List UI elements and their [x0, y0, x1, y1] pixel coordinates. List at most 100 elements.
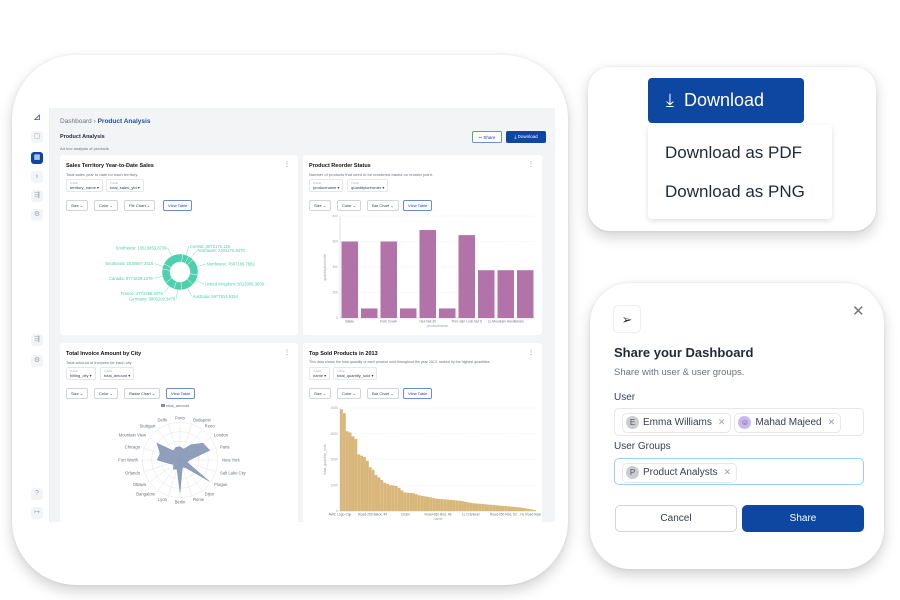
breadcrumb-root[interactable]: Dashboard — [60, 118, 92, 125]
remove-icon[interactable]: ✕ — [723, 467, 731, 478]
bar-chart: 01000200030004000AWC Logo Cap Road-250 Bl… — [323, 406, 542, 521]
download-pdf-item[interactable]: Download as PDF — [665, 143, 802, 163]
bar — [512, 506, 516, 511]
card-title: Sales Territory Year-to-Date Sales — [66, 163, 154, 169]
more-icon[interactable]: ⋮ — [528, 349, 534, 356]
y-axis-title: total_quantity_sold — [323, 445, 327, 475]
size-dropdown[interactable]: Size ⌄ — [309, 200, 332, 211]
label-line — [185, 246, 190, 256]
data-label: Southeast: 2538667.2515 — [105, 261, 154, 266]
flow-icon[interactable]: ⇶ — [31, 190, 43, 202]
bar — [389, 485, 392, 511]
data-label: Southwest: 10510853.8739 — [116, 246, 168, 251]
bar — [484, 504, 487, 511]
category-label: Porto — [175, 415, 186, 420]
y-axis-select[interactable]: Y Axis quantitytoreorder ▾ — [347, 179, 389, 192]
more-icon[interactable]: ⋮ — [284, 161, 290, 168]
label-line — [153, 276, 163, 279]
remove-icon[interactable]: ✕ — [718, 417, 726, 428]
bar — [446, 499, 450, 511]
more-icon[interactable]: ⋮ — [528, 161, 534, 168]
bar — [521, 507, 525, 511]
share-button[interactable]: ⌲ Share — [472, 131, 502, 143]
send-icon: ➢ — [613, 305, 641, 333]
card-title: Top Sold Products in 2013 — [309, 351, 378, 357]
card-sales-territory: Sales Territory Year-to-Date Sales ⋮ Tot… — [60, 155, 298, 335]
x-tick-label: Road-650 Red, 48 — [425, 513, 452, 517]
bar — [533, 509, 536, 511]
bar — [429, 497, 433, 511]
user-chip: ☺ Mahad Majeed ✕ — [734, 412, 842, 433]
download-png-item[interactable]: Download as PNG — [665, 182, 805, 202]
download-button[interactable]: ⤓ Download — [506, 131, 546, 143]
x-axis-title: productname — [427, 324, 448, 328]
settings-icon[interactable]: ⚙ — [31, 209, 43, 221]
legend-label: total_amount — [166, 403, 190, 408]
bar — [368, 467, 372, 511]
remove-icon[interactable]: ✕ — [828, 417, 836, 428]
chat-icon[interactable]: ▢ — [31, 131, 43, 143]
category-label: London — [214, 433, 229, 438]
close-icon[interactable]: ✕ — [852, 302, 865, 320]
card-description: Total amount of invoices for each city — [66, 360, 132, 365]
x-axis-select[interactable]: X Axis billing_city ▾ — [66, 367, 96, 380]
bar — [361, 308, 378, 318]
chart-type-dropdown[interactable]: Bar Chart ⌄ — [367, 200, 399, 211]
user-name: Emma Williams — [643, 417, 712, 428]
bar-chart: 0 200 400 600 800 Blade Fork Crown Hex Nut 20 Th… — [323, 215, 535, 328]
breadcrumb-current: Product Analysis — [97, 118, 151, 125]
user-groups-input[interactable]: P Product Analysts ✕ — [614, 458, 864, 485]
category-label: Fort Worth — [118, 457, 138, 462]
bar — [515, 507, 519, 511]
bar — [452, 500, 456, 511]
bar — [412, 493, 415, 511]
settings-icon[interactable]: ⚙ — [31, 355, 43, 367]
bar — [517, 270, 534, 318]
bar — [432, 498, 436, 511]
dashboard-icon[interactable]: ▦ — [31, 152, 43, 164]
bar — [527, 508, 531, 511]
user-icon[interactable]: ♁ — [31, 171, 43, 183]
view-table-button[interactable]: View Table — [403, 200, 433, 211]
sidebar: ◿ ▢ ▦ ♁ ⇶ ⚙ ⇶ ⚙ ? ↦ — [25, 108, 50, 522]
category-label: Dijon — [205, 491, 215, 496]
color-dropdown[interactable]: Color ⌄ — [94, 388, 119, 399]
chart-type-dropdown[interactable]: Bar Chart ⌄ — [367, 388, 399, 399]
chart-type-dropdown[interactable]: Pie Chart ⌄ — [124, 200, 156, 211]
x-axis-select[interactable]: X Axis territory_name ▾ — [66, 179, 103, 192]
color-dropdown[interactable]: Color ⌄ — [337, 200, 362, 211]
user-input[interactable]: E Emma Williams ✕ ☺ Mahad Majeed ✕ — [614, 408, 864, 436]
x-axis-select[interactable]: X Axis name ▾ — [309, 367, 331, 380]
view-table-button[interactable]: View Table — [166, 388, 196, 399]
y-axis-select[interactable]: Y Axis total_amount ▾ — [100, 367, 135, 380]
chart-type-dropdown[interactable]: Radar Chart ⌄ — [124, 388, 161, 399]
logout-icon[interactable]: ↦ — [31, 507, 43, 519]
y-axis-select[interactable]: Y Axis total_quantity_sold ▾ — [333, 367, 378, 380]
bar — [342, 413, 346, 511]
flow-icon[interactable]: ⇶ — [31, 334, 43, 346]
category-label: Paris — [220, 444, 230, 449]
bar — [419, 230, 436, 318]
size-dropdown[interactable]: Size ⌄ — [309, 388, 332, 399]
more-icon[interactable]: ⋮ — [284, 349, 290, 356]
share-confirm-button[interactable]: Share — [742, 505, 864, 532]
size-dropdown[interactable]: Size ⌄ — [66, 200, 89, 211]
download-menu-button[interactable]: ⤓ Download — [648, 78, 804, 123]
y-tick-label: 2000 — [331, 458, 339, 462]
x-axis-select[interactable]: X Axis productname ▾ — [309, 179, 344, 192]
color-dropdown[interactable]: Color ⌄ — [94, 200, 119, 211]
bar — [440, 499, 444, 511]
view-table-button[interactable]: View Table — [163, 200, 193, 211]
size-dropdown[interactable]: Size ⌄ — [66, 388, 89, 399]
help-icon[interactable]: ? — [31, 488, 43, 500]
color-dropdown[interactable]: Color ⌄ — [337, 388, 362, 399]
bar — [501, 505, 505, 511]
cancel-button[interactable]: Cancel — [615, 505, 737, 532]
view-table-button[interactable]: View Table — [403, 388, 433, 399]
category-label: Salt Lake City — [220, 470, 247, 475]
bar — [475, 503, 479, 511]
bar — [443, 499, 447, 511]
y-axis-select[interactable]: Y Axis total_sales_ytd ▾ — [106, 179, 144, 192]
label-line — [190, 250, 197, 258]
bar — [524, 508, 528, 511]
